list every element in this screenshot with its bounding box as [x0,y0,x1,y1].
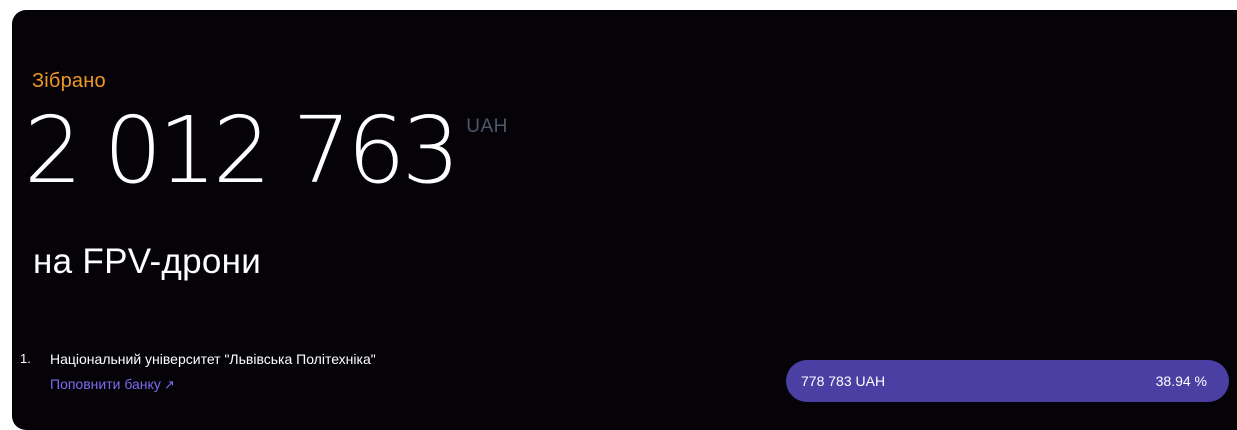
total-amount-row: 2 012 763 UAH [24,96,508,206]
arrow-up-right-icon: ↗ [163,377,175,392]
top-up-jar-label: Поповнити банку [50,376,161,392]
total-amount: 2 012 763 [24,97,460,204]
leaderboard-rank: 1. [20,351,31,366]
fundraising-purpose: на FPV-дрони [33,242,262,281]
currency-label: UAH [466,116,508,137]
leaderboard-amount: 778 783 UAH [801,373,886,389]
top-up-jar-link[interactable]: Поповнити банку ↗ [50,376,175,393]
leaderboard-name: Національний університет "Львівська Полі… [50,351,376,367]
leaderboard-progress-bar: 778 783 UAH 38.94 % [786,360,1229,402]
collected-label: Зібрано [32,70,106,92]
leaderboard-percent: 38.94 % [1155,373,1207,389]
